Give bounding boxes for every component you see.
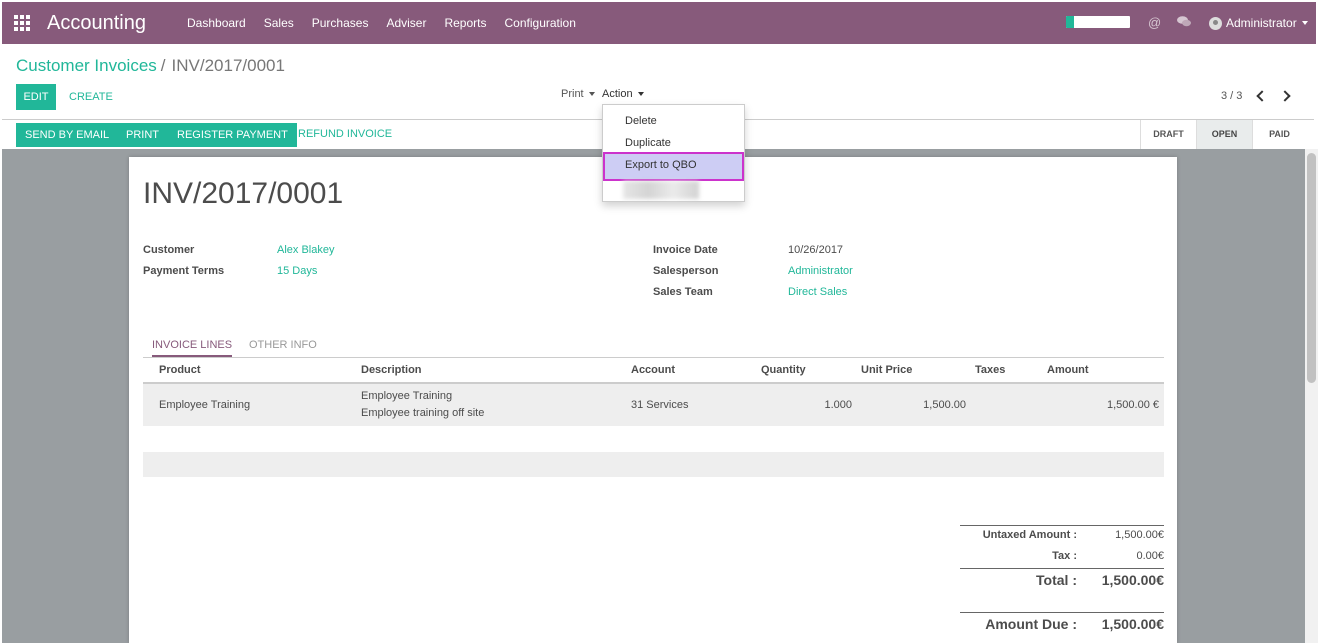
main-menu: Dashboard Sales Purchases Adviser Report…: [187, 16, 594, 30]
menu-dashboard[interactable]: Dashboard: [187, 16, 246, 30]
menu-adviser[interactable]: Adviser: [386, 16, 426, 30]
breadcrumb-parent[interactable]: Customer Invoices: [16, 56, 157, 75]
create-button[interactable]: CREATE: [69, 91, 113, 103]
stage-draft[interactable]: DRAFT: [1140, 120, 1196, 149]
line-amount: 1,500.00 €: [1107, 399, 1159, 411]
payment-terms-label: Payment Terms: [143, 265, 225, 277]
chat-icon[interactable]: [1177, 16, 1191, 27]
print-label: Print: [561, 88, 584, 100]
chevron-down-icon: [637, 92, 644, 97]
tax-value: 0.00€: [1136, 550, 1164, 562]
menu-item-export-to-qbo[interactable]: Export to QBO: [625, 159, 697, 171]
tab-invoice-lines[interactable]: INVOICE LINES: [152, 339, 233, 357]
action-dropdown-menu: Delete Duplicate Export to QBO: [602, 104, 745, 202]
user-menu[interactable]: Administrator: [1209, 16, 1308, 30]
action-label: Action: [602, 88, 633, 100]
status-stages: DRAFT OPEN PAID: [1140, 120, 1306, 149]
menu-reports[interactable]: Reports: [444, 16, 486, 30]
col-description[interactable]: Description: [361, 364, 422, 376]
invoice-date-label: Invoice Date: [653, 244, 718, 256]
chevron-down-icon: [1301, 21, 1308, 25]
untaxed-amount-value: 1,500.00€: [1115, 529, 1164, 541]
invoice-number: INV/2017/0001: [143, 177, 344, 210]
empty-table-row: [143, 452, 1164, 477]
sales-team-value[interactable]: Direct Sales: [788, 286, 847, 298]
at-mention-icon[interactable]: @: [1148, 15, 1161, 30]
progress-fill: [1066, 16, 1074, 28]
progress-bar[interactable]: [1066, 16, 1130, 28]
customer-label: Customer: [143, 244, 195, 256]
col-account[interactable]: Account: [631, 364, 675, 376]
notebook-tabs: INVOICE LINES OTHER INFO: [143, 335, 1164, 358]
sales-team-label: Sales Team: [653, 286, 713, 298]
user-name: Administrator: [1226, 16, 1297, 30]
edit-button[interactable]: EDIT: [16, 84, 56, 110]
chevron-down-icon: [588, 92, 595, 97]
line-account: 31 Services: [631, 399, 689, 411]
chevron-right-icon[interactable]: [1279, 90, 1291, 102]
menu-item-duplicate[interactable]: Duplicate: [625, 137, 671, 149]
customer-value[interactable]: Alex Blakey: [277, 244, 334, 256]
tax-label: Tax :: [1052, 550, 1077, 562]
col-unit-price[interactable]: Unit Price: [861, 364, 912, 376]
line-product: Employee Training: [159, 399, 251, 411]
refund-invoice-button[interactable]: REFUND INVOICE: [298, 128, 392, 140]
salesperson-label: Salesperson: [653, 265, 719, 277]
untaxed-amount-label: Untaxed Amount :: [982, 529, 1077, 541]
top-navbar: Accounting Dashboard Sales Purchases Adv…: [2, 2, 1316, 44]
register-payment-button[interactable]: REGISTER PAYMENT: [168, 123, 297, 147]
line-description-2: Employee training off site: [361, 407, 485, 419]
scrollbar-thumb[interactable]: [1307, 153, 1316, 383]
col-quantity[interactable]: Quantity: [761, 364, 806, 376]
table-row[interactable]: Employee Training Employee Training Empl…: [143, 384, 1164, 426]
invoice-date-value: 10/26/2017: [788, 244, 844, 256]
stage-paid[interactable]: PAID: [1252, 120, 1306, 149]
invoice-sheet: INV/2017/0001 Customer Alex Blakey Payme…: [129, 157, 1177, 643]
line-quantity: 1.000: [824, 399, 852, 411]
action-dropdown[interactable]: Action: [602, 88, 644, 100]
breadcrumb: Customer Invoices / INV/2017/0001: [16, 56, 285, 76]
menu-item-delete[interactable]: Delete: [625, 115, 657, 127]
apps-grid-icon[interactable]: [14, 15, 30, 31]
payment-terms-value[interactable]: 15 Days: [277, 265, 317, 277]
tab-other-info[interactable]: OTHER INFO: [249, 339, 317, 351]
redacted-menu-item: [623, 181, 699, 199]
totals-divider: [960, 525, 1164, 526]
col-taxes[interactable]: Taxes: [975, 364, 1005, 376]
send-by-email-button[interactable]: SEND BY EMAIL: [16, 123, 119, 147]
print-button[interactable]: PRINT: [117, 123, 168, 147]
chevron-left-icon[interactable]: [1256, 90, 1268, 102]
col-amount[interactable]: Amount: [1047, 364, 1089, 376]
print-dropdown[interactable]: Print: [561, 88, 595, 100]
scrollbar[interactable]: [1305, 149, 1318, 643]
line-unit-price: 1,500.00: [923, 399, 966, 411]
breadcrumb-separator: /: [160, 56, 166, 75]
total-label: Total :: [1036, 572, 1077, 588]
menu-sales[interactable]: Sales: [264, 16, 294, 30]
col-product[interactable]: Product: [159, 364, 201, 376]
totals-divider: [960, 612, 1164, 613]
avatar: [1209, 16, 1222, 30]
totals-divider: [960, 568, 1164, 569]
salesperson-value[interactable]: Administrator: [788, 265, 853, 277]
app-title: Accounting: [47, 12, 146, 34]
total-value: 1,500.00€: [1101, 572, 1164, 588]
menu-purchases[interactable]: Purchases: [312, 16, 369, 30]
line-description-1: Employee Training: [361, 390, 453, 402]
menu-configuration[interactable]: Configuration: [505, 16, 576, 30]
breadcrumb-current: INV/2017/0001: [171, 56, 285, 75]
stage-open[interactable]: OPEN: [1196, 120, 1252, 149]
amount-due-value: 1,500.00€: [1101, 616, 1164, 632]
amount-due-label: Amount Due :: [985, 616, 1077, 632]
pager-value: 3 / 3: [1221, 90, 1243, 102]
